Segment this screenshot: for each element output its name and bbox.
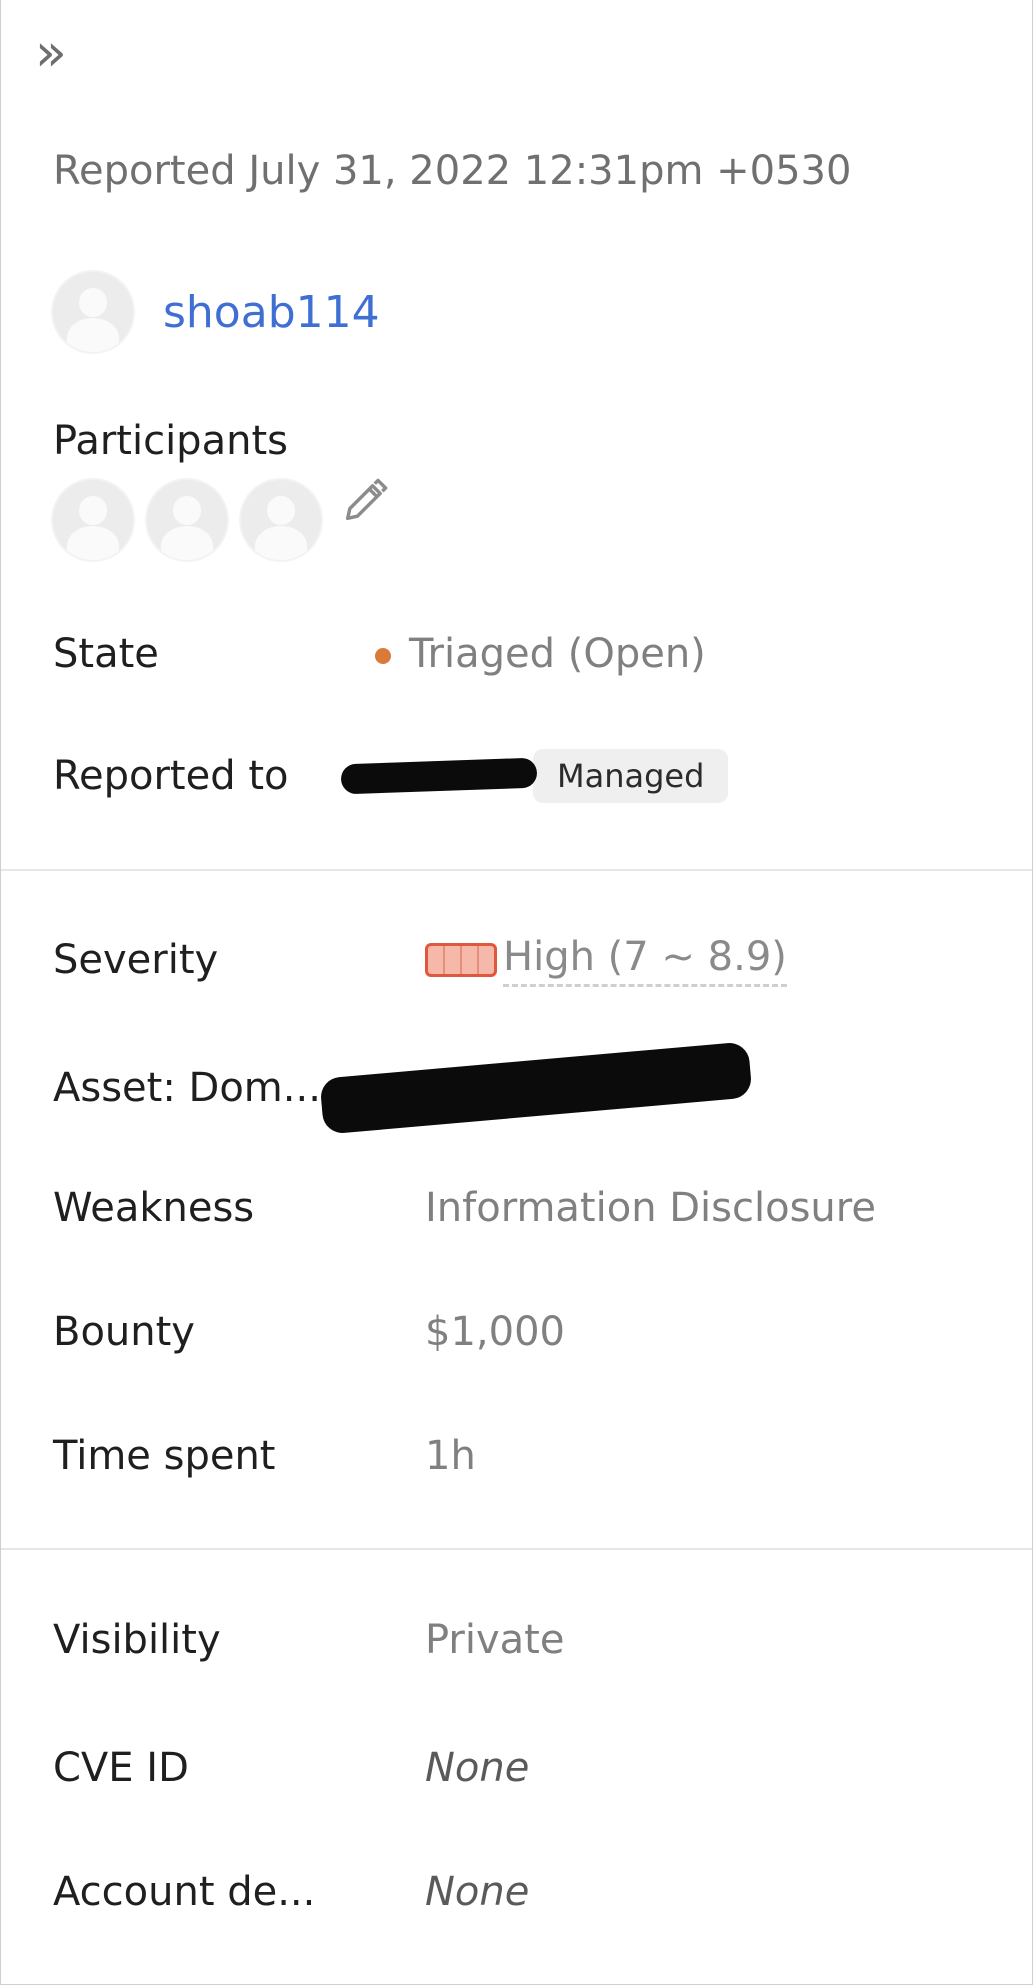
avatar xyxy=(51,270,135,354)
state-text: Triaged (Open) xyxy=(409,631,706,677)
asset-row: Asset: Dom... xyxy=(53,1041,753,1135)
bounty-label: Bounty xyxy=(53,1309,195,1355)
weakness-label: Weakness xyxy=(53,1185,255,1231)
reported-to-row: Reported to Managed xyxy=(53,746,729,806)
report-sidebar-panel: » Reported July 31, 2022 12:31pm +0530 s… xyxy=(0,0,1033,1985)
reporter[interactable]: shoab114 xyxy=(51,270,380,354)
account-details-row: Account de... None xyxy=(53,1862,529,1922)
bounty-value: $1,000 xyxy=(425,1309,565,1355)
bounty-row: Bounty $1,000 xyxy=(53,1302,565,1362)
visibility-value: Private xyxy=(425,1617,565,1663)
participant-avatar[interactable] xyxy=(239,478,323,562)
time-spent-value: 1h xyxy=(425,1433,476,1479)
visibility-row: Visibility Private xyxy=(53,1610,564,1670)
participants-label: Participants xyxy=(53,418,288,464)
status-dot-icon xyxy=(375,648,391,664)
time-spent-row: Time spent 1h xyxy=(53,1426,476,1486)
severity-label: Severity xyxy=(53,937,219,983)
account-details-label: Account de... xyxy=(53,1869,316,1915)
severity-row: Severity High (7 ~ 8.9) xyxy=(53,930,787,990)
state-value: Triaged (Open) xyxy=(375,631,706,677)
reported-to-value[interactable]: Managed xyxy=(340,749,729,803)
weakness-value: Information Disclosure xyxy=(425,1185,876,1231)
cve-id-value[interactable]: None xyxy=(425,1745,529,1791)
severity-text[interactable]: High (7 ~ 8.9) xyxy=(503,934,787,987)
cve-id-row: CVE ID None xyxy=(53,1738,529,1798)
double-chevron-right-icon[interactable]: » xyxy=(35,27,85,84)
pencil-icon[interactable] xyxy=(339,475,391,527)
severity-meter-icon xyxy=(425,943,497,977)
reporter-username-link[interactable]: shoab114 xyxy=(163,287,380,338)
severity-value[interactable]: High (7 ~ 8.9) xyxy=(425,934,787,987)
participant-avatar[interactable] xyxy=(51,478,135,562)
reported-to-label: Reported to xyxy=(53,753,289,799)
weakness-row: Weakness Information Disclosure xyxy=(53,1178,876,1238)
participants-list xyxy=(51,478,391,562)
redacted-program-name xyxy=(340,757,538,795)
state-row: State Triaged (Open) xyxy=(53,624,706,684)
section-divider xyxy=(1,869,1032,871)
participant-avatar[interactable] xyxy=(145,478,229,562)
cve-id-label: CVE ID xyxy=(53,1745,189,1791)
asset-label: Asset: Dom... xyxy=(53,1065,321,1111)
reported-date: Reported July 31, 2022 12:31pm +0530 xyxy=(53,148,852,194)
redacted-asset-value xyxy=(319,1041,753,1135)
time-spent-label: Time spent xyxy=(53,1433,276,1479)
state-label: State xyxy=(53,631,159,677)
managed-badge: Managed xyxy=(533,749,729,803)
section-divider xyxy=(1,1548,1032,1550)
account-details-value[interactable]: None xyxy=(425,1869,529,1915)
visibility-label: Visibility xyxy=(53,1617,221,1663)
